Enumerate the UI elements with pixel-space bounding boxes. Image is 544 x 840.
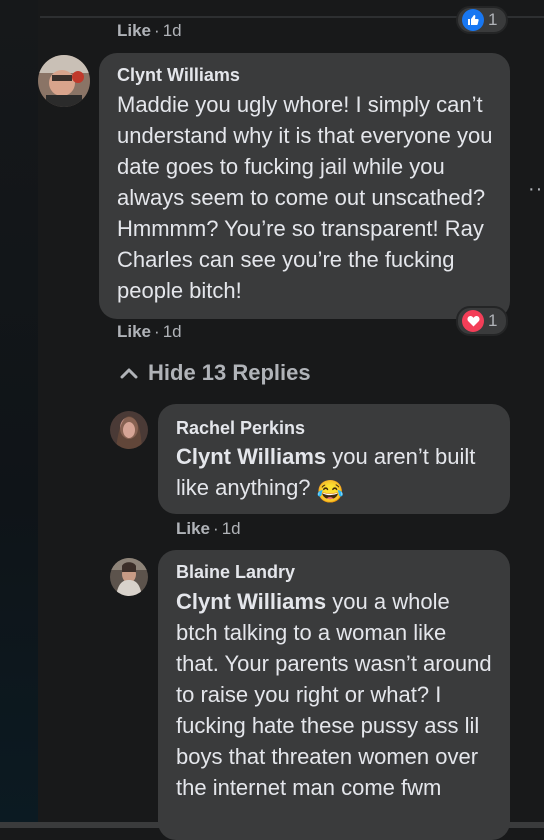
comment-author[interactable]: Clynt Williams: [117, 65, 494, 86]
like-link[interactable]: Like: [117, 21, 151, 40]
reply-text: Clynt Williams you a whole btch talking …: [176, 586, 494, 803]
reply-text-body: you a whole btch talking to a woman like…: [176, 589, 492, 800]
like-link[interactable]: Like: [117, 322, 151, 341]
mention-link[interactable]: Clynt Williams: [176, 589, 326, 614]
avatar[interactable]: [110, 558, 148, 596]
reply-bubble: Blaine Landry Clynt Williams you a whole…: [158, 550, 510, 840]
left-background-strip: [0, 0, 38, 828]
bottom-edge-bar: [0, 822, 544, 828]
meta-separator: ·: [154, 322, 160, 341]
comment-text: Maddie you ugly whore! I simply can’t un…: [117, 92, 493, 303]
meta-separator: ·: [213, 519, 219, 538]
love-reaction-icon: [462, 310, 484, 332]
timestamp[interactable]: 1d: [222, 519, 241, 538]
more-options-icon[interactable]: ··: [528, 178, 543, 201]
timestamp[interactable]: 1d: [163, 322, 182, 341]
previous-comment-meta: Like · 1d: [117, 21, 182, 41]
reaction-count: 1: [488, 311, 498, 330]
reply-author[interactable]: Blaine Landry: [176, 562, 494, 583]
laughing-emoji: 😂: [316, 479, 345, 504]
reply-bubble: Rachel Perkins Clynt Williams you aren’t…: [158, 404, 510, 514]
comment-bubble: Clynt Williams Maddie you ugly whore! I …: [99, 53, 510, 319]
reaction-badge[interactable]: 1: [456, 6, 508, 34]
reaction-count: 1: [488, 10, 498, 29]
meta-separator: ·: [154, 21, 160, 40]
reply-meta: Like · 1d: [176, 519, 241, 539]
like-reaction-icon: [462, 9, 484, 31]
reply-text: Clynt Williams you aren’t built like any…: [176, 441, 494, 507]
avatar[interactable]: [38, 55, 90, 107]
avatar-image: [110, 558, 148, 596]
chevron-up-icon: [120, 368, 138, 379]
avatar-image: [38, 55, 90, 107]
hide-replies-button[interactable]: Hide 13 Replies: [120, 360, 311, 386]
mention-link[interactable]: Clynt Williams: [176, 444, 326, 469]
reaction-badge[interactable]: 1: [456, 306, 508, 336]
like-link[interactable]: Like: [176, 519, 210, 538]
reply-author[interactable]: Rachel Perkins: [176, 418, 494, 439]
avatar[interactable]: [110, 411, 148, 449]
timestamp[interactable]: 1d: [163, 21, 182, 40]
hide-replies-label: Hide 13 Replies: [148, 360, 311, 385]
avatar-image: [110, 411, 148, 449]
comment-meta: Like · 1d: [117, 322, 182, 342]
